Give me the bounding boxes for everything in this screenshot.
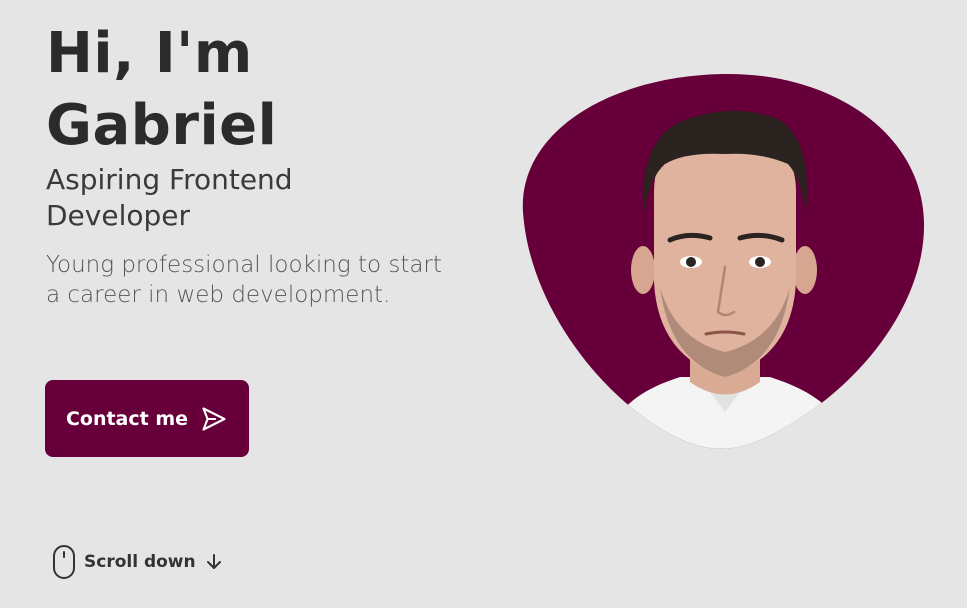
hero-subtitle: Aspiring Frontend Developer	[46, 163, 293, 232]
hero-title: Hi, I'm Gabriel	[46, 18, 466, 162]
hero-description: Young professional looking to start a ca…	[46, 252, 442, 308]
profile-image	[522, 73, 925, 449]
profile-blob	[520, 72, 926, 450]
arrow-down-icon	[206, 554, 221, 569]
contact-button-label: Contact me	[65, 407, 189, 430]
home-section: Hi, I'm Gabriel Aspiring Frontend Develo…	[0, 0, 967, 608]
hero-title-name: Gabriel	[46, 93, 278, 158]
scroll-down-link[interactable]: Scroll down	[52, 544, 224, 580]
scroll-down-label: Scroll down	[84, 552, 196, 572]
mouse-icon	[53, 545, 75, 579]
hero-title-greeting: Hi, I'm	[46, 21, 253, 86]
contact-button[interactable]: Contact me	[45, 380, 249, 457]
send-icon	[202, 406, 226, 431]
